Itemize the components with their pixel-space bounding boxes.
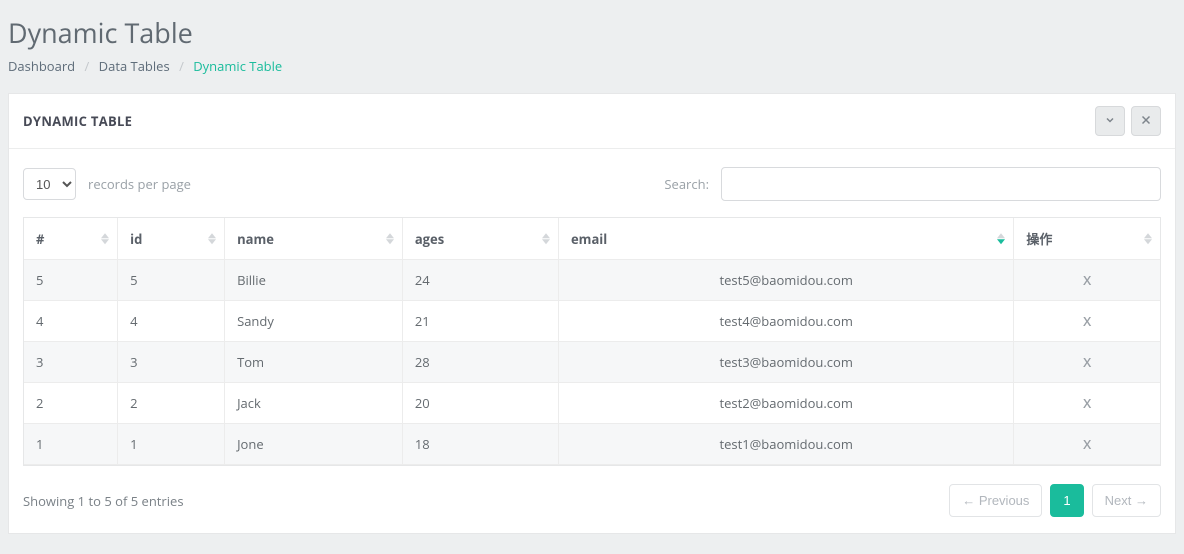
cell-id: 2 xyxy=(117,383,224,424)
cell-ages: 28 xyxy=(402,342,558,383)
table-row: 55Billie24test5@baomidou.comX xyxy=(24,260,1160,301)
column-header[interactable]: email xyxy=(558,218,1013,260)
column-header[interactable]: ages xyxy=(402,218,558,260)
column-header[interactable]: id xyxy=(117,218,224,260)
cell-num: 4 xyxy=(24,301,117,342)
delete-button[interactable]: X xyxy=(1013,342,1160,383)
collapse-button[interactable] xyxy=(1095,106,1125,136)
column-header[interactable]: # xyxy=(24,218,117,260)
table-row: 22Jack20test2@baomidou.comX xyxy=(24,383,1160,424)
breadcrumb-item-datatables[interactable]: Data Tables xyxy=(99,57,170,75)
breadcrumb-item-dashboard[interactable]: Dashboard xyxy=(8,57,75,75)
cell-ages: 21 xyxy=(402,301,558,342)
cell-num: 3 xyxy=(24,342,117,383)
cell-id: 4 xyxy=(117,301,224,342)
cell-ages: 20 xyxy=(402,383,558,424)
prev-page-button[interactable]: ← Previous xyxy=(949,484,1042,517)
panel-title: DYNAMIC TABLE xyxy=(23,112,132,130)
cell-name: Billie xyxy=(224,260,402,301)
cell-num: 1 xyxy=(24,424,117,465)
sort-icon xyxy=(208,233,216,245)
cell-email: test5@baomidou.com xyxy=(558,260,1013,301)
cell-id: 1 xyxy=(117,424,224,465)
cell-num: 2 xyxy=(24,383,117,424)
search-input[interactable] xyxy=(721,167,1161,201)
breadcrumb-item-current: Dynamic Table xyxy=(193,57,282,75)
page-length-label: records per page xyxy=(88,175,191,193)
column-header[interactable]: 操作 xyxy=(1013,218,1160,260)
column-header-label: email xyxy=(571,230,607,248)
column-header-label: ages xyxy=(415,230,444,248)
cell-id: 5 xyxy=(117,260,224,301)
sort-icon xyxy=(997,233,1005,245)
page-number-button[interactable]: 1 xyxy=(1050,484,1083,517)
table-row: 33Tom28test3@baomidou.comX xyxy=(24,342,1160,383)
cell-name: Tom xyxy=(224,342,402,383)
sort-icon xyxy=(1144,233,1152,245)
close-button[interactable] xyxy=(1131,106,1161,136)
breadcrumb: Dashboard / Data Tables / Dynamic Table xyxy=(8,57,1176,75)
delete-button[interactable]: X xyxy=(1013,383,1160,424)
cell-name: Jone xyxy=(224,424,402,465)
sort-icon xyxy=(542,233,550,245)
page-title: Dynamic Table xyxy=(8,14,1176,51)
close-icon xyxy=(1140,112,1152,130)
table-info: Showing 1 to 5 of 5 entries xyxy=(23,492,184,510)
breadcrumb-sep-icon: / xyxy=(78,57,95,75)
delete-button[interactable]: X xyxy=(1013,260,1160,301)
delete-button[interactable]: X xyxy=(1013,424,1160,465)
column-header[interactable]: name xyxy=(224,218,402,260)
cell-ages: 24 xyxy=(402,260,558,301)
table-row: 44Sandy21test4@baomidou.comX xyxy=(24,301,1160,342)
delete-button[interactable]: X xyxy=(1013,301,1160,342)
next-page-button[interactable]: Next → xyxy=(1092,484,1161,517)
column-header-label: id xyxy=(130,230,142,248)
sort-icon xyxy=(101,233,109,245)
sort-icon xyxy=(386,233,394,245)
data-table: #idnameagesemail操作 55Billie24test5@baomi… xyxy=(23,217,1161,466)
table-row: 11Jone18test1@baomidou.comX xyxy=(24,424,1160,465)
cell-name: Sandy xyxy=(224,301,402,342)
cell-num: 5 xyxy=(24,260,117,301)
column-header-label: # xyxy=(36,230,44,248)
cell-email: test1@baomidou.com xyxy=(558,424,1013,465)
cell-ages: 18 xyxy=(402,424,558,465)
column-header-label: 操作 xyxy=(1026,230,1052,248)
breadcrumb-sep-icon: / xyxy=(173,57,190,75)
cell-id: 3 xyxy=(117,342,224,383)
cell-name: Jack xyxy=(224,383,402,424)
cell-email: test2@baomidou.com xyxy=(558,383,1013,424)
page-length-select[interactable]: 10 xyxy=(23,168,76,200)
pagination: ← Previous 1 Next → xyxy=(949,484,1161,517)
chevron-down-icon xyxy=(1104,112,1116,130)
column-header-label: name xyxy=(237,230,274,248)
search-label: Search: xyxy=(664,175,709,193)
cell-email: test3@baomidou.com xyxy=(558,342,1013,383)
cell-email: test4@baomidou.com xyxy=(558,301,1013,342)
panel: DYNAMIC TABLE 10 xyxy=(8,93,1176,534)
